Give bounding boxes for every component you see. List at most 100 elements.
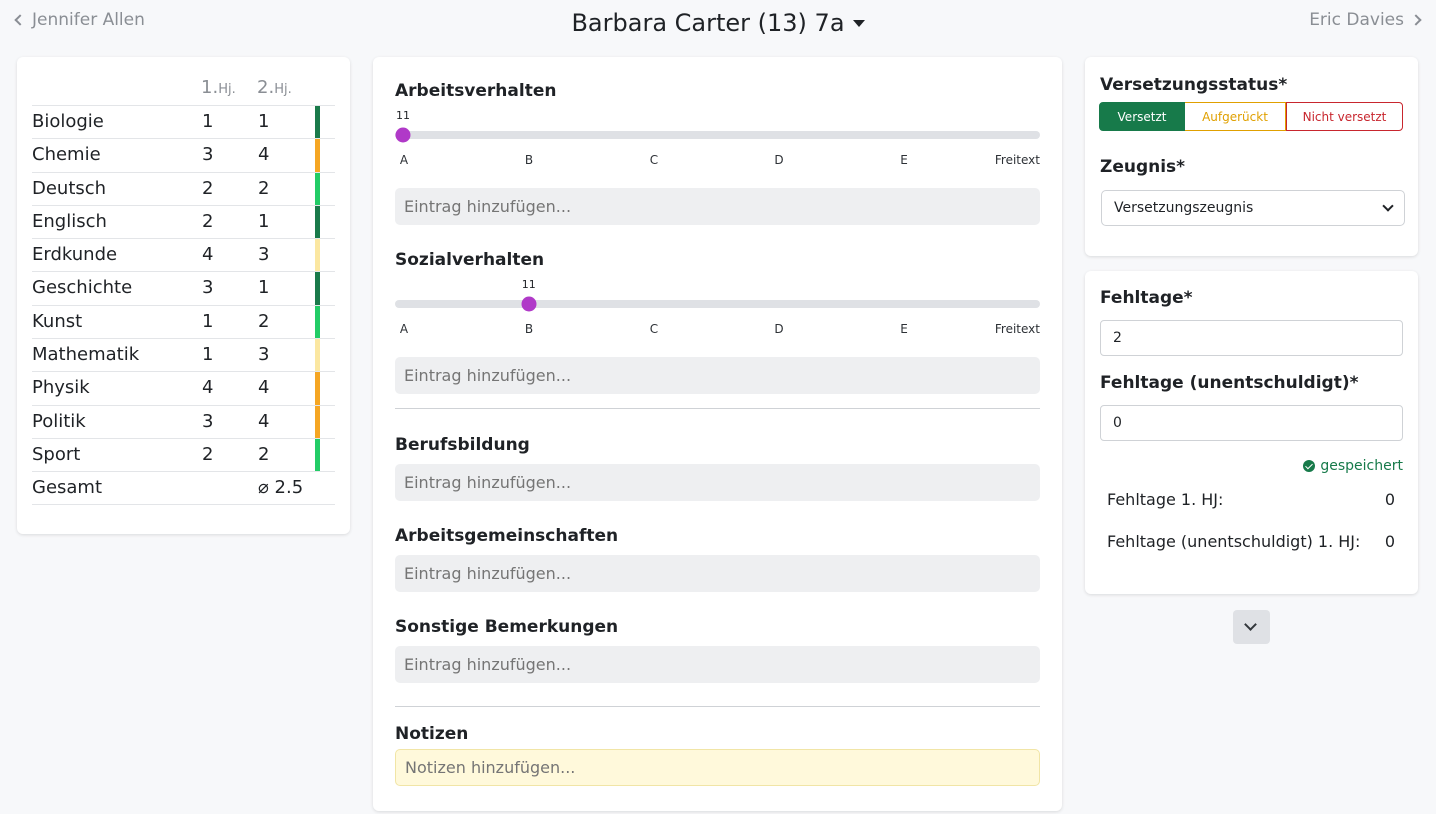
fehltage-hj1-label: Fehltage 1. HJ:: [1107, 490, 1224, 509]
subject-name: Chemie: [32, 144, 101, 166]
header-first-half: 1.Hj.: [201, 77, 236, 98]
slider-thumb[interactable]: [521, 296, 537, 312]
check-circle-icon: [1303, 460, 1316, 472]
grade-row: Sport 2 2: [32, 437, 335, 472]
grade-color-indicator: [315, 305, 320, 339]
grade-first-half: 3: [202, 277, 214, 299]
total-average: ⌀ 2.5: [258, 477, 304, 499]
grade-second-half: 2: [258, 310, 270, 332]
arbeitsverhalten-slider-value: 11: [396, 109, 410, 122]
status-nicht-versetzt-button[interactable]: Nicht versetzt: [1286, 102, 1403, 131]
expand-button[interactable]: [1233, 610, 1270, 644]
grade-row: Erdkunde 4 3: [32, 238, 335, 272]
next-student-link[interactable]: Eric Davies: [1309, 10, 1422, 30]
header-second-half: 2.Hj.: [257, 77, 292, 98]
status-versetzt-button[interactable]: Versetzt: [1099, 102, 1185, 131]
subject-name: Deutsch: [32, 177, 107, 199]
berufsbildung-title: Berufsbildung: [395, 435, 530, 455]
grade-color-indicator: [315, 106, 320, 139]
sozialverhalten-input[interactable]: [395, 357, 1040, 394]
arbeitsgemeinschaften-title: Arbeitsgemeinschaften: [395, 526, 619, 546]
grade-row: Chemie 3 4: [32, 138, 335, 172]
fehltage-unentschuldigt-label: Fehltage (unentschuldigt)*: [1100, 373, 1359, 393]
grade-first-half: 2: [202, 210, 214, 232]
fehltage-unentschuldigt-hj1-value: 0: [1384, 532, 1395, 551]
fehltage-unentschuldigt-input[interactable]: [1100, 405, 1403, 441]
versetzungsstatus-label: Versetzungsstatus*: [1100, 75, 1288, 95]
sonstige-bemerkungen-input[interactable]: [395, 646, 1040, 683]
grade-first-half: 3: [202, 410, 214, 432]
promotion-status-toggle: Versetzt Aufgerückt Nicht versetzt: [1099, 102, 1403, 131]
grade-first-half: 3: [202, 144, 214, 166]
slider-tick-label: C: [649, 153, 659, 167]
slider-track[interactable]: [395, 131, 1040, 139]
subject-name: Geschichte: [32, 277, 133, 299]
notizen-title: Notizen: [395, 724, 469, 744]
caret-down-icon: [852, 19, 865, 27]
arbeitsgemeinschaften-input[interactable]: [395, 555, 1040, 592]
fehltage-label: Fehltage*: [1100, 288, 1193, 308]
section-divider: [395, 706, 1040, 707]
grade-second-half: 4: [258, 410, 270, 432]
grades-header: 1.Hj. 2.Hj.: [32, 75, 335, 105]
assessment-card: Arbeitsverhalten 11 A B C D E Freitext Sozial…: [373, 57, 1062, 811]
grade-color-indicator: [315, 139, 320, 172]
sonstige-bemerkungen-title: Sonstige Bemerkungen: [395, 617, 619, 637]
arbeitsverhalten-title: Arbeitsverhalten: [395, 81, 557, 101]
promotion-card: Versetzungsstatus* Versetzt Aufgerückt N…: [1085, 57, 1418, 256]
section-divider: [395, 408, 1040, 409]
grade-color-indicator: [315, 372, 320, 405]
sozialverhalten-slider[interactable]: 11 A B C D E Freitext: [395, 276, 1040, 338]
grade-second-half: 1: [258, 277, 270, 299]
grade-color-indicator: [315, 405, 320, 438]
slider-track[interactable]: [395, 300, 1040, 308]
grade-row: Geschichte 3 1: [32, 271, 335, 305]
grade-second-half: 2: [258, 443, 270, 465]
grade-first-half: 1: [202, 310, 214, 332]
grade-color-indicator: [315, 205, 320, 239]
slider-tick-label: A: [399, 322, 409, 336]
zeugnis-select[interactable]: Versetzungszeugnis: [1101, 190, 1405, 226]
student-title-text: Barbara Carter (13) 7a: [571, 9, 845, 37]
subject-name: Englisch: [32, 210, 107, 232]
grade-row: Politik 3 4: [32, 404, 335, 438]
fehltage-hj1-row: Fehltage 1. HJ: 0: [1107, 490, 1395, 509]
grade-row: Kunst 1 2: [32, 304, 335, 339]
slider-tick-label: D: [774, 322, 784, 336]
next-student-name: Eric Davies: [1309, 10, 1404, 30]
slider-tick-label: B: [524, 153, 534, 167]
slider-tick-label: Freitext: [994, 153, 1040, 167]
slider-tick-label: A: [399, 153, 409, 167]
chevron-right-icon: [1410, 14, 1422, 26]
grade-color-indicator: [315, 239, 320, 272]
subject-name: Erdkunde: [32, 244, 118, 266]
chevron-down-icon: [1382, 200, 1394, 212]
student-selector[interactable]: Barbara Carter (13) 7a: [571, 9, 865, 37]
grade-first-half: 1: [202, 344, 214, 366]
slider-tick-label: B: [524, 322, 534, 336]
grade-second-half: 3: [258, 344, 270, 366]
grade-row: Deutsch 2 2: [32, 171, 335, 205]
grade-first-half: 2: [202, 177, 214, 199]
status-aufgerueckt-button[interactable]: Aufgerückt: [1185, 102, 1286, 131]
fehltage-input[interactable]: [1100, 320, 1403, 356]
arbeitsverhalten-slider[interactable]: 11 A B C D E Freitext: [395, 107, 1040, 169]
fehltage-hj1-value: 0: [1384, 490, 1395, 509]
grade-second-half: 4: [258, 144, 270, 166]
slider-thumb[interactable]: [395, 127, 411, 143]
grade-second-half: 2: [258, 177, 270, 199]
sozialverhalten-title: Sozialverhalten: [395, 250, 545, 270]
berufsbildung-input[interactable]: [395, 464, 1040, 501]
notizen-input[interactable]: [395, 749, 1040, 786]
arbeitsverhalten-input[interactable]: [395, 188, 1040, 225]
slider-tick-label: E: [900, 153, 908, 167]
grade-color-indicator: [315, 172, 320, 205]
top-navigation: Jennifer Allen Barbara Carter (13) 7a Er…: [0, 0, 1436, 56]
total-label: Gesamt: [32, 477, 103, 499]
zeugnis-label: Zeugnis*: [1100, 157, 1186, 177]
slider-tick-label: E: [900, 322, 908, 336]
grade-first-half: 4: [202, 377, 214, 399]
grade-rows: Biologie 1 1 Chemie 3 4 Deutsch 2 2 Englisch 2 1 Erd…: [32, 105, 335, 472]
saved-status-label: gespeichert: [1320, 458, 1403, 474]
slider-tick-label: D: [774, 153, 784, 167]
